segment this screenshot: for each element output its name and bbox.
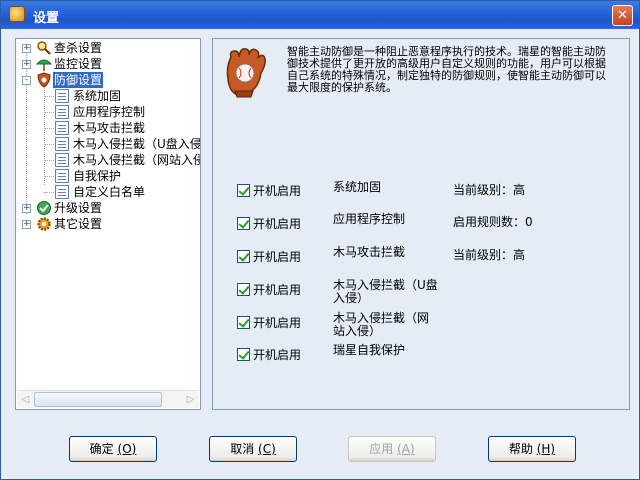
document-icon [55, 169, 69, 183]
checkbox-label[interactable]: 开机启用 [253, 182, 301, 199]
scroll-thumb[interactable] [34, 392, 162, 407]
feature-status: 启用规则数：0 [453, 215, 533, 229]
feature-name: 木马入侵拦截（U盘入侵） [333, 278, 438, 305]
expand-icon[interactable]: + [22, 220, 31, 229]
tree-item-label: 自我保护 [73, 169, 122, 183]
feature-status: 当前级别：高 [453, 248, 526, 262]
startup-checkbox[interactable] [237, 184, 250, 197]
setting-row: 开机启用 瑞星自我保护 [213, 343, 631, 375]
checkbox-label[interactable]: 开机启用 [253, 215, 301, 232]
collapse-icon[interactable]: - [22, 76, 31, 85]
setting-row: 开机启用 木马入侵拦截（网站入侵） [213, 312, 631, 342]
tree-item-label: 木马攻击拦截 [73, 121, 146, 135]
expand-icon[interactable]: + [22, 60, 31, 69]
document-icon [55, 153, 69, 167]
window-title: 设置 [33, 11, 60, 26]
document-icon [55, 137, 69, 151]
upgrade-globe-icon [37, 201, 51, 215]
tree-item-label: 查杀设置 [54, 41, 103, 55]
close-icon: ✕ [617, 8, 628, 23]
title-bar[interactable]: 设置 ✕ [1, 1, 639, 29]
tree-item-label: 监控设置 [54, 57, 103, 71]
tree-item-app-control[interactable]: 应用程序控制 [16, 104, 200, 120]
expand-icon[interactable]: + [22, 204, 31, 213]
defense-settings-panel: 智能主动防御是一种阻止恶意程序执行的技术。瑞星的智能主动防御技术提供了更开放的高… [212, 38, 630, 410]
tree-item-monitor-settings[interactable]: + 监控设置 [16, 56, 200, 72]
defense-shield-icon [37, 72, 51, 88]
checkbox-label[interactable]: 开机启用 [253, 248, 301, 265]
feature-name: 应用程序控制 [333, 212, 406, 226]
feature-name: 瑞星自我保护 [333, 343, 406, 357]
button-label: 取消 [230, 442, 255, 456]
setting-row: 开机启用 木马入侵拦截（U盘入侵） [213, 279, 631, 309]
settings-tree-panel: + 查杀设置 + 监控设置 - 防御设置 系统加固 应用程序控制 木马攻击拦截 … [15, 38, 201, 410]
tree-item-label: 其它设置 [54, 217, 103, 231]
client-area: + 查杀设置 + 监控设置 - 防御设置 系统加固 应用程序控制 木马攻击拦截 … [4, 29, 636, 477]
feature-name: 木马攻击拦截 [333, 245, 406, 259]
tree-item-label: 系统加固 [73, 89, 122, 103]
tree-item-self-protect[interactable]: 自我保护 [16, 168, 200, 184]
startup-checkbox[interactable] [237, 283, 250, 296]
tree-item-defense-settings[interactable]: - 防御设置 [16, 72, 200, 88]
document-icon [55, 121, 69, 135]
document-icon [55, 89, 69, 103]
baseball-glove-icon [226, 48, 266, 98]
document-icon [55, 105, 69, 119]
setting-row: 开机启用 木马攻击拦截 当前级别：高 [213, 246, 631, 276]
button-label: 应用 [369, 442, 394, 456]
checkbox-label[interactable]: 开机启用 [253, 346, 301, 363]
monitor-umbrella-icon [36, 59, 52, 71]
startup-checkbox[interactable] [237, 250, 250, 263]
scroll-right-icon[interactable]: ▷ [182, 391, 199, 408]
startup-checkbox[interactable] [237, 316, 250, 329]
scroll-left-icon[interactable]: ◁ [17, 391, 34, 408]
tree-item-label: 升级设置 [54, 201, 103, 215]
defense-description: 智能主动防御是一种阻止恶意程序执行的技术。瑞星的智能主动防御技术提供了更开放的高… [287, 45, 606, 94]
startup-checkbox[interactable] [237, 217, 250, 230]
startup-checkbox[interactable] [237, 348, 250, 361]
other-gear-icon [37, 217, 51, 231]
tree-item-label: 自定义白名单 [73, 185, 146, 199]
tree-item-custom-whitelist[interactable]: 自定义白名单 [16, 184, 200, 200]
tree-item-upgrade-settings[interactable]: + 升级设置 [16, 200, 200, 216]
checkbox-label[interactable]: 开机启用 [253, 314, 301, 331]
close-button[interactable]: ✕ [612, 5, 633, 26]
button-label: 确定 [89, 442, 114, 456]
tree-item-label: 木马入侵拦截（网站入侵 [73, 153, 200, 167]
app-shield-icon [9, 6, 25, 22]
tree-horizontal-scrollbar[interactable]: ◁ ▷ [17, 390, 199, 408]
help-button[interactable]: 帮助 (H) [488, 436, 576, 462]
feature-name: 木马入侵拦截（网站入侵） [333, 311, 430, 338]
settings-window: 设置 ✕ + 查杀设置 + 监控设置 - 防御设置 系统加固 应用程序控制 木马… [0, 0, 640, 480]
setting-row: 开机启用 应用程序控制 启用规则数：0 [213, 213, 631, 243]
tree-item-label: 防御设置 [53, 72, 104, 88]
feature-status: 当前级别：高 [453, 183, 526, 197]
tree-item-trojan-web-block[interactable]: 木马入侵拦截（网站入侵 [16, 152, 200, 168]
ok-button[interactable]: 确定 (O) [69, 436, 157, 462]
tree-item-trojan-attack-block[interactable]: 木马攻击拦截 [16, 120, 200, 136]
feature-name: 系统加固 [333, 180, 382, 194]
tree-item-other-settings[interactable]: + 其它设置 [16, 216, 200, 232]
tree-item-label: 木马入侵拦截（U盘入侵 [73, 137, 200, 151]
setting-row: 开机启用 系统加固 当前级别：高 [213, 180, 631, 210]
tree-item-scan-settings[interactable]: + 查杀设置 [16, 40, 200, 56]
apply-button[interactable]: 应用 (A) [348, 436, 436, 462]
tree-item-label: 应用程序控制 [73, 105, 146, 119]
button-hotkey: (O) [117, 442, 137, 456]
expand-icon[interactable]: + [22, 44, 31, 53]
tree-item-system-hardening[interactable]: 系统加固 [16, 88, 200, 104]
button-hotkey: (C) [258, 442, 276, 456]
scan-magnifier-icon [37, 41, 51, 55]
button-label: 帮助 [508, 442, 533, 456]
button-hotkey: (H) [536, 442, 556, 456]
cancel-button[interactable]: 取消 (C) [209, 436, 297, 462]
tree-item-trojan-usb-block[interactable]: 木马入侵拦截（U盘入侵 [16, 136, 200, 152]
checkbox-label[interactable]: 开机启用 [253, 281, 301, 298]
button-hotkey: (A) [397, 442, 415, 456]
document-icon [55, 185, 69, 199]
settings-tree[interactable]: + 查杀设置 + 监控设置 - 防御设置 系统加固 应用程序控制 木马攻击拦截 … [16, 39, 200, 389]
